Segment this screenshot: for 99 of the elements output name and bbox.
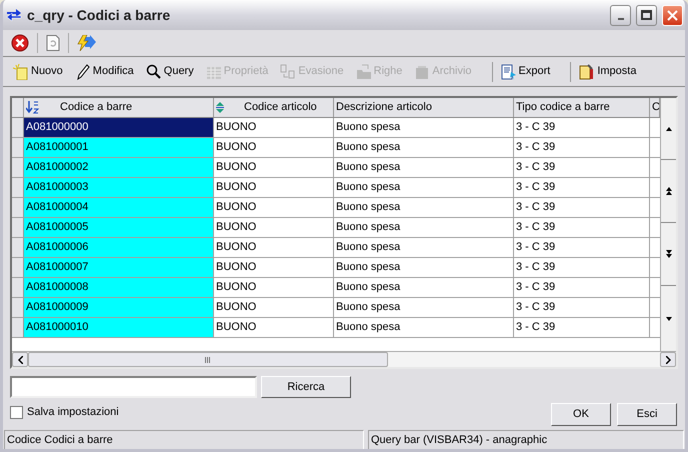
close-icon[interactable] — [11, 34, 29, 52]
table-cell: BUONO — [214, 198, 334, 217]
table-cell: 3 - C 39 — [514, 238, 650, 257]
clipboard-tools-icon — [579, 64, 596, 80]
table-cell: BUONO — [214, 318, 334, 337]
table-cell: BUONO — [214, 218, 334, 237]
table-cell: Buono spesa — [334, 278, 514, 297]
column-header[interactable]: Tipo codice a barre — [514, 98, 650, 117]
table-cell: BUONO — [214, 158, 334, 177]
minimize-button[interactable] — [610, 4, 631, 26]
table-cell: Buono spesa — [334, 218, 514, 237]
close-button[interactable] — [662, 4, 683, 26]
app-icon — [6, 7, 22, 23]
folder-icon — [356, 64, 372, 80]
table-cell: A081000004 — [24, 198, 214, 217]
double-down-arrow-icon[interactable] — [666, 250, 672, 258]
checkbox[interactable] — [10, 406, 23, 419]
horizontal-scrollbar[interactable] — [12, 351, 676, 367]
table-cell: A081000006 — [24, 238, 214, 257]
maximize-button[interactable] — [636, 4, 657, 26]
sort-icon[interactable] — [216, 102, 224, 113]
table-cell: BUONO — [214, 138, 334, 157]
table-cell: A081000005 — [24, 218, 214, 237]
table-row[interactable]: A081000000 BUONO Buono spesa 3 - C 39 — [12, 118, 660, 138]
table-cell: 3 - C 39 — [514, 298, 650, 317]
table-cell: 3 - C 39 — [514, 138, 650, 157]
table-cell: Buono spesa — [334, 258, 514, 277]
table-row[interactable]: A081000006 BUONO Buono spesa 3 - C 39 — [12, 238, 660, 258]
table-cell: Buono spesa — [334, 178, 514, 197]
table-cell: 3 - C 39 — [514, 278, 650, 297]
window-title: c_qry - Codici a barre — [27, 6, 172, 25]
table-row[interactable]: A081000009 BUONO Buono spesa 3 - C 39 — [12, 298, 660, 318]
table-row[interactable]: A081000003 BUONO Buono spesa 3 - C 39 — [12, 178, 660, 198]
toolbar-button[interactable]: Modifica — [74, 63, 134, 80]
table-cell: 3 - C 39 — [514, 258, 650, 277]
scroll-right-button[interactable] — [660, 352, 676, 367]
search-button[interactable]: Ricerca — [261, 376, 351, 398]
scroll-left-button[interactable] — [12, 352, 28, 367]
toolbar-button[interactable]: Imposta — [579, 63, 636, 80]
table-cell: Buono spesa — [334, 118, 514, 137]
table-cell: A081000010 — [24, 318, 214, 337]
scroll-thumb[interactable] — [28, 352, 388, 367]
table-cell: BUONO — [214, 118, 334, 137]
checkbox-label: Salva impostazioni — [27, 405, 119, 420]
table-cell: A081000002 — [24, 158, 214, 177]
sort-ascending-icon[interactable] — [26, 101, 40, 114]
status-bar-panel: Query bar (VISBAR34) - anagraphic — [368, 430, 684, 449]
search-field[interactable] — [10, 376, 257, 398]
table-row[interactable]: A081000008 BUONO Buono spesa 3 - C 39 — [12, 278, 660, 298]
lightning-arrow-icon[interactable] — [77, 35, 97, 51]
vertical-scrollbar[interactable] — [660, 98, 676, 351]
down-arrow-icon[interactable] — [666, 316, 672, 320]
table-cell: A081000000 — [24, 118, 214, 137]
table-cell: BUONO — [214, 298, 334, 317]
table-cell: 3 - C 39 — [514, 318, 650, 337]
table-row[interactable]: A081000005 BUONO Buono spesa 3 - C 39 — [12, 218, 660, 238]
exit-button[interactable]: Esci — [617, 403, 677, 426]
table-cell: BUONO — [214, 278, 334, 297]
table-cell: A081000008 — [24, 278, 214, 297]
table-cell: Buono spesa — [334, 298, 514, 317]
table-cell: A081000007 — [24, 258, 214, 277]
table-cell: BUONO — [214, 238, 334, 257]
column-header[interactable]: Codice a barre — [24, 98, 214, 117]
table-cell: A081000003 — [24, 178, 214, 197]
table-cell: Buono spesa — [334, 158, 514, 177]
column-header[interactable]: Codice articolo — [214, 98, 334, 117]
toolbar-button[interactable]: Export — [500, 63, 550, 80]
pencil-icon — [74, 64, 91, 80]
search-icon — [146, 64, 162, 80]
export-icon — [500, 64, 517, 80]
column-header[interactable]: Descrizione articolo — [334, 98, 514, 117]
toolbar-button[interactable]: Query — [146, 63, 194, 80]
table-cell: A081000001 — [24, 138, 214, 157]
table-cell: Buono spesa — [334, 198, 514, 217]
table-cell: BUONO — [214, 258, 334, 277]
table-cell: A081000009 — [24, 298, 214, 317]
box-icon — [414, 64, 430, 80]
pages-icon — [280, 64, 296, 80]
table-row[interactable]: A081000007 BUONO Buono spesa 3 - C 39 — [12, 258, 660, 278]
double-up-arrow-icon[interactable] — [666, 187, 672, 195]
table-row[interactable]: A081000001 BUONO Buono spesa 3 - C 39 — [12, 138, 660, 158]
table-row[interactable]: A081000002 BUONO Buono spesa 3 - C 39 — [12, 158, 660, 178]
table-row[interactable]: A081000010 BUONO Buono spesa 3 - C 39 — [12, 318, 660, 338]
table-cell: 3 - C 39 — [514, 218, 650, 237]
table-cell: Buono spesa — [334, 238, 514, 257]
new-document-icon — [13, 64, 29, 80]
table-cell: 3 - C 39 — [514, 178, 650, 197]
ok-button[interactable]: OK — [551, 403, 611, 426]
table-cell: Buono spesa — [334, 318, 514, 337]
table-row[interactable]: A081000004 BUONO Buono spesa 3 - C 39 — [12, 198, 660, 218]
table-cell: 3 - C 39 — [514, 158, 650, 177]
document-icon[interactable] — [46, 35, 60, 51]
toolbar-button[interactable]: Nuovo — [13, 63, 63, 80]
up-arrow-icon[interactable] — [666, 126, 672, 130]
table-cell: 3 - C 39 — [514, 118, 650, 137]
table-cell: Buono spesa — [334, 138, 514, 157]
table-cell: 3 - C 39 — [514, 198, 650, 217]
table-cell: BUONO — [214, 178, 334, 197]
status-bar-panel: Codice Codici a barre — [4, 430, 364, 449]
